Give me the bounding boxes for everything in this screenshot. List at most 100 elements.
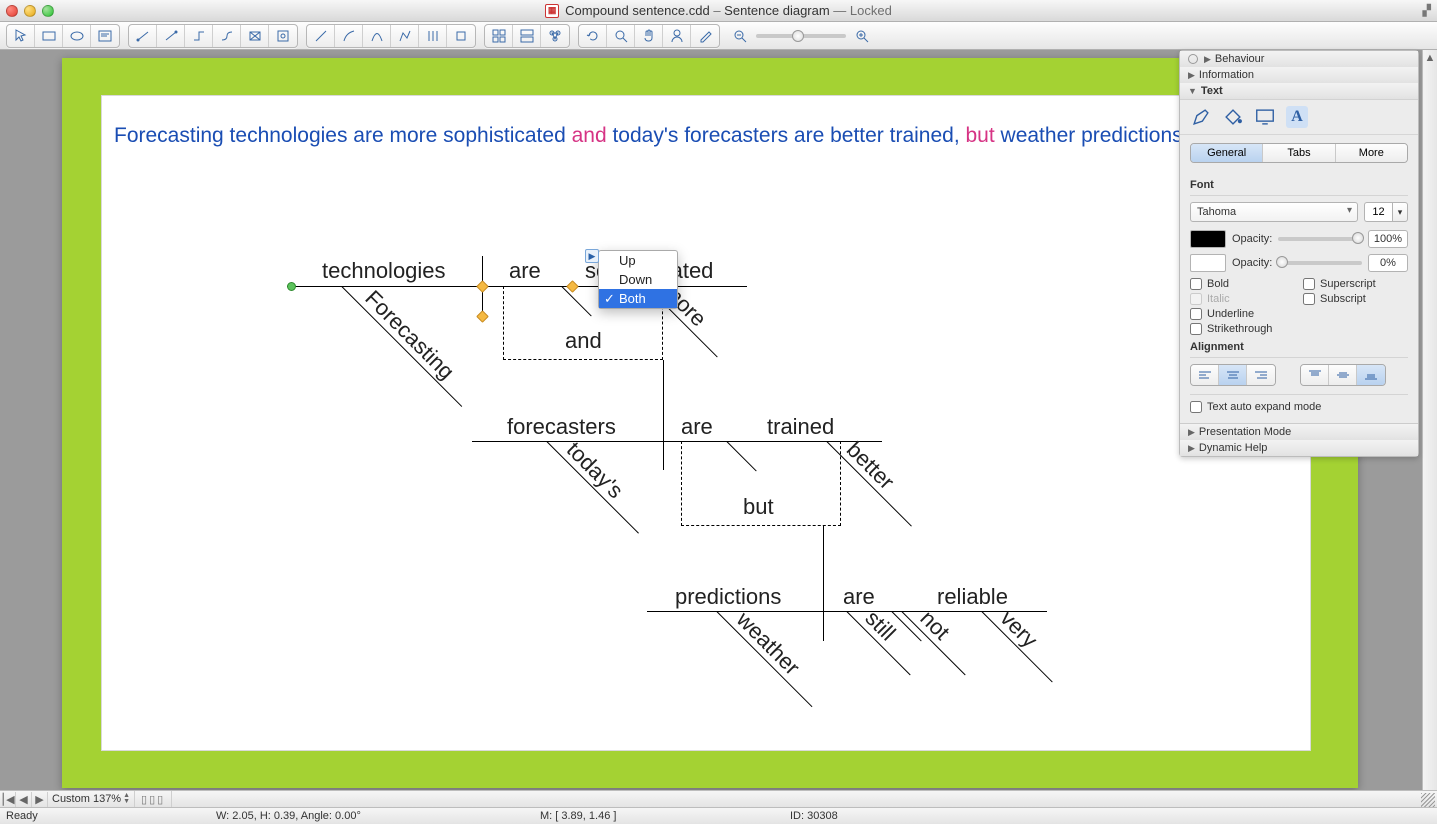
bold-checkbox[interactable] [1190, 278, 1202, 290]
handle-div-1a[interactable] [476, 280, 489, 293]
underline-checkbox[interactable] [1190, 308, 1202, 320]
opacity-text-value[interactable]: 100% [1368, 230, 1408, 248]
section-presentation[interactable]: ▶Presentation Mode [1180, 423, 1418, 440]
grid-1[interactable] [485, 25, 513, 47]
line-1[interactable] [307, 25, 335, 47]
word-are-1: are [509, 258, 541, 284]
ellipse-tool[interactable] [63, 25, 91, 47]
vertical-scrollbar[interactable]: ▲ [1422, 50, 1437, 790]
page[interactable]: Forecasting technologies are more sophis… [102, 96, 1310, 750]
section-behaviour[interactable]: ▶Behaviour [1180, 51, 1418, 67]
line-4[interactable] [391, 25, 419, 47]
connector-3[interactable] [185, 25, 213, 47]
line-5[interactable] [419, 25, 447, 47]
word-forecasters: forecasters [507, 414, 616, 440]
font-size-input[interactable] [1364, 202, 1392, 222]
rectangle-tool[interactable] [35, 25, 63, 47]
valign-bottom[interactable] [1357, 365, 1385, 385]
zoom-button[interactable] [42, 5, 54, 17]
italic-checkbox [1190, 293, 1202, 305]
zoom-level[interactable]: Custom 137%▲▼ [48, 791, 135, 807]
zoom-out-icon[interactable] [732, 28, 748, 44]
font-size-step[interactable]: ▾ [1392, 202, 1408, 222]
connector-1[interactable] [129, 25, 157, 47]
popup-option-up[interactable]: Up [599, 251, 677, 270]
tab-general[interactable]: General [1191, 144, 1263, 162]
sub-checkbox[interactable] [1303, 293, 1315, 305]
zoom-tool[interactable] [607, 25, 635, 47]
handle-start-1[interactable] [287, 282, 296, 291]
check-strike[interactable]: Strikethrough [1190, 323, 1295, 335]
text-tool[interactable] [91, 25, 119, 47]
align-center[interactable] [1219, 365, 1247, 385]
zoom-stepper[interactable]: ▲▼ [123, 793, 130, 805]
tab-more[interactable]: More [1336, 144, 1407, 162]
pen-icon[interactable] [1190, 106, 1212, 128]
opacity-text-knob[interactable] [1352, 232, 1364, 244]
select-tool[interactable] [7, 25, 35, 47]
check-underline[interactable]: Underline [1190, 308, 1295, 320]
minimize-button[interactable] [24, 5, 36, 17]
section-presentation-label: Presentation Mode [1199, 426, 1291, 438]
sup-checkbox[interactable] [1303, 278, 1315, 290]
text-color-swatch[interactable] [1190, 230, 1226, 248]
connector-6[interactable] [269, 25, 297, 47]
fill-icon[interactable] [1222, 106, 1244, 128]
section-text[interactable]: ▼Text [1180, 83, 1418, 99]
check-superscript[interactable]: Superscript [1303, 278, 1408, 290]
section-dynhelp[interactable]: ▶Dynamic Help [1180, 440, 1418, 456]
eyedropper-tool[interactable] [691, 25, 719, 47]
grid-2[interactable] [513, 25, 541, 47]
opacity-fill-knob[interactable] [1276, 256, 1288, 268]
align-right[interactable] [1247, 365, 1275, 385]
tab-tabs[interactable]: Tabs [1263, 144, 1335, 162]
page-first[interactable]: ⎮◀ [0, 792, 16, 807]
opacity-fill-slider[interactable] [1278, 261, 1362, 265]
refresh-tool[interactable] [579, 25, 607, 47]
valign-middle[interactable] [1329, 365, 1357, 385]
line-3[interactable] [363, 25, 391, 47]
line-6[interactable] [447, 25, 475, 47]
window-title: ▦ Compound sentence.cdd – Sentence diagr… [0, 3, 1437, 18]
popup-option-down[interactable]: Down [599, 270, 677, 289]
font-size-stepper[interactable]: ▾ [1364, 202, 1408, 222]
check-autoexpand[interactable]: Text auto expand mode [1190, 401, 1408, 413]
zoom-thumb[interactable] [792, 30, 804, 42]
handle-div-1b[interactable] [476, 310, 489, 323]
opacity-text-slider[interactable] [1278, 237, 1362, 241]
valign-top[interactable] [1301, 365, 1329, 385]
strike-checkbox[interactable] [1190, 323, 1202, 335]
connector-5[interactable] [241, 25, 269, 47]
sentence-diagram: technologies are sophisticated Forecasti… [287, 256, 1157, 726]
page-next[interactable]: ▶ [32, 792, 48, 807]
user-tool[interactable] [663, 25, 691, 47]
popup-option-both[interactable]: Both [599, 289, 677, 308]
autoexpand-checkbox[interactable] [1190, 401, 1202, 413]
align-left[interactable] [1191, 365, 1219, 385]
scroll-up-icon[interactable]: ▲ [1423, 50, 1437, 65]
check-subscript[interactable]: Subscript [1303, 293, 1408, 305]
check-bold[interactable]: Bold [1190, 278, 1295, 290]
section-information-label: Information [1199, 69, 1254, 81]
title-filename: Compound sentence.cdd [565, 3, 710, 18]
zoom-in-icon[interactable] [854, 28, 870, 44]
subj-verb-divider-2 [663, 360, 664, 470]
line-2[interactable] [335, 25, 363, 47]
connector-2[interactable] [157, 25, 185, 47]
view-dots[interactable]: ▯▯▯ [135, 791, 172, 807]
resize-grip-icon[interactable] [1421, 793, 1435, 807]
page-prev[interactable]: ◀ [16, 792, 32, 807]
hand-tool[interactable] [635, 25, 663, 47]
grid-3[interactable] [541, 25, 569, 47]
close-button[interactable] [6, 5, 18, 17]
font-a-icon[interactable]: A [1286, 106, 1308, 128]
connector-4[interactable] [213, 25, 241, 47]
screen-icon[interactable] [1254, 106, 1276, 128]
section-information[interactable]: ▶Information [1180, 67, 1418, 83]
canvas-workspace: Forecasting technologies are more sophis… [0, 50, 1437, 790]
opacity-fill-value[interactable]: 0% [1368, 254, 1408, 272]
popup-toggle[interactable]: ▶ [585, 249, 599, 263]
font-select[interactable]: Tahoma [1190, 202, 1358, 222]
fill-color-swatch[interactable] [1190, 254, 1226, 272]
zoom-track[interactable] [756, 34, 846, 38]
